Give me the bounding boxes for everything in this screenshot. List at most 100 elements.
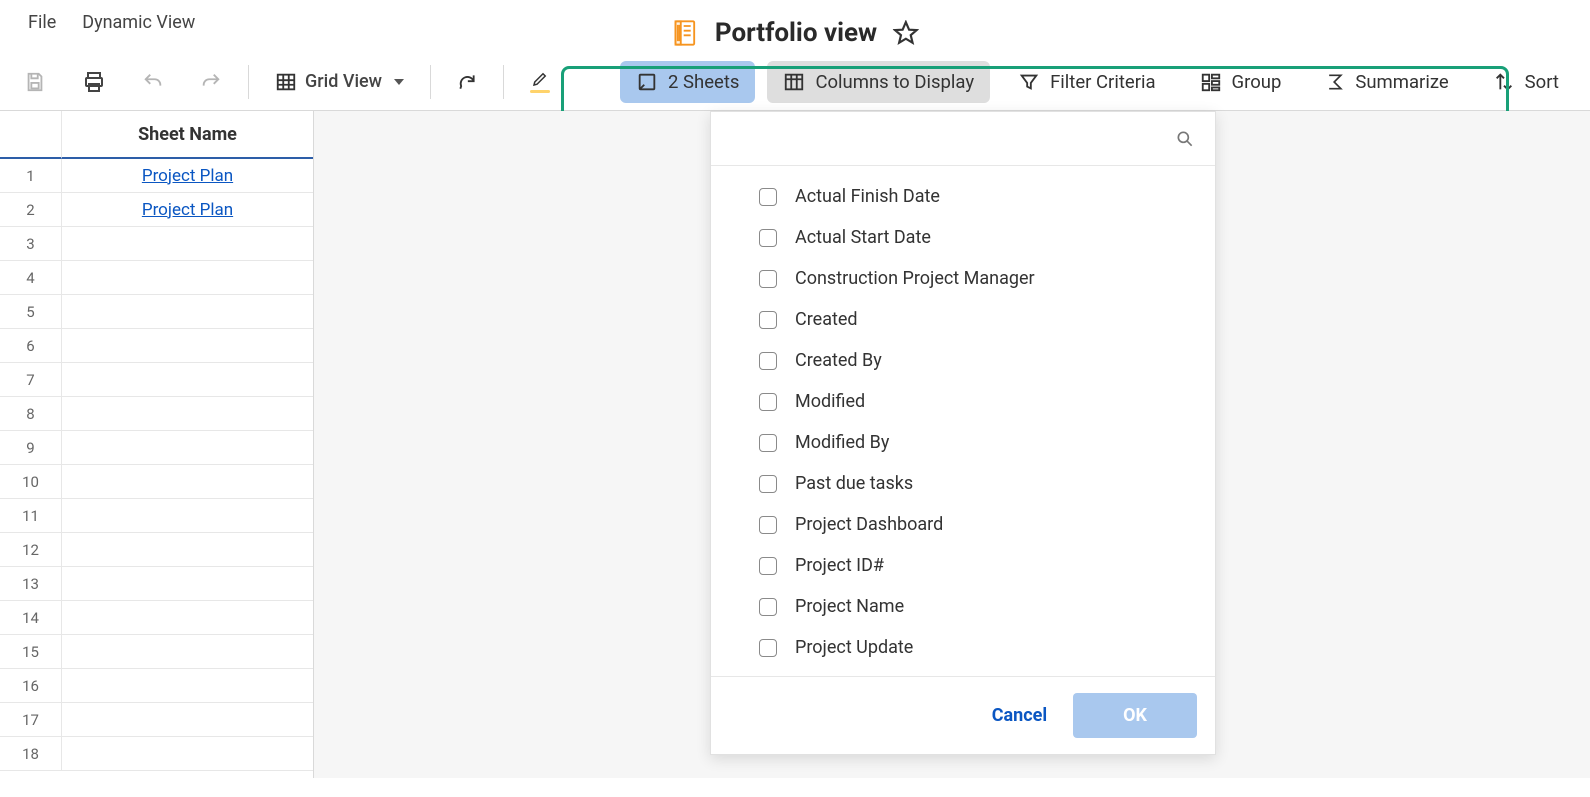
cell-sheet-name[interactable] xyxy=(62,703,313,736)
column-option[interactable]: Modified xyxy=(711,381,1215,422)
checkbox-icon[interactable] xyxy=(759,475,777,493)
table-row[interactable]: 16 xyxy=(0,669,313,703)
column-option-label: Created By xyxy=(795,350,882,371)
checkbox-icon[interactable] xyxy=(759,270,777,288)
cell-sheet-name[interactable]: Project Plan xyxy=(62,193,313,226)
checkbox-icon[interactable] xyxy=(759,188,777,206)
column-option-label: Actual Finish Date xyxy=(795,186,940,207)
sheet-link[interactable]: Project Plan xyxy=(142,166,233,186)
column-option[interactable]: Project Name xyxy=(711,586,1215,627)
cell-sheet-name[interactable] xyxy=(62,465,313,498)
cell-sheet-name[interactable] xyxy=(62,635,313,668)
sheets-button[interactable]: 2 Sheets xyxy=(620,61,755,103)
table-row[interactable]: 1 Project Plan xyxy=(0,159,313,193)
menu-dynamic-view[interactable]: Dynamic View xyxy=(82,12,195,33)
sort-button[interactable]: Sort xyxy=(1477,61,1575,103)
panel-option-list: Actual Finish Date Actual Start DateConst… xyxy=(711,166,1215,676)
cell-sheet-name[interactable] xyxy=(62,601,313,634)
cell-sheet-name[interactable] xyxy=(62,329,313,362)
row-number: 4 xyxy=(0,261,62,294)
cell-sheet-name[interactable] xyxy=(62,295,313,328)
row-number: 9 xyxy=(0,431,62,464)
row-number: 6 xyxy=(0,329,62,362)
search-icon xyxy=(1175,129,1195,149)
cell-sheet-name[interactable] xyxy=(62,669,313,702)
cell-sheet-name[interactable] xyxy=(62,533,313,566)
grid-view-selector[interactable]: Grid View xyxy=(265,65,414,99)
checkbox-icon[interactable] xyxy=(759,229,777,247)
refresh-icon[interactable] xyxy=(447,66,487,98)
column-option[interactable]: Project ID# xyxy=(711,545,1215,586)
cell-sheet-name[interactable] xyxy=(62,431,313,464)
toolbar: Grid View 2 Sheets Columns to Display Fi… xyxy=(0,53,1590,111)
redo-icon xyxy=(190,65,232,99)
checkbox-icon[interactable] xyxy=(759,598,777,616)
main-area: Sheet Name 1Project Plan2Project Plan345… xyxy=(0,111,1590,778)
column-option[interactable]: Construction Project Manager xyxy=(711,258,1215,299)
sheet-link[interactable]: Project Plan xyxy=(142,200,233,220)
column-option[interactable]: Created xyxy=(711,299,1215,340)
table-row[interactable]: 11 xyxy=(0,499,313,533)
cell-sheet-name[interactable] xyxy=(62,567,313,600)
table-row[interactable]: 3 xyxy=(0,227,313,261)
column-option[interactable]: Modified By xyxy=(711,422,1215,463)
row-number: 15 xyxy=(0,635,62,668)
column-option[interactable]: Project Dashboard xyxy=(711,504,1215,545)
group-button[interactable]: Group xyxy=(1184,61,1298,103)
columns-button[interactable]: Columns to Display xyxy=(767,61,990,103)
filter-button[interactable]: Filter Criteria xyxy=(1002,61,1171,103)
table-row[interactable]: 12 xyxy=(0,533,313,567)
cell-sheet-name[interactable] xyxy=(62,363,313,396)
filter-label: Filter Criteria xyxy=(1050,71,1155,93)
star-icon[interactable] xyxy=(893,20,919,46)
table-row[interactable]: 13 xyxy=(0,567,313,601)
cell-sheet-name[interactable]: Project Plan xyxy=(62,159,313,192)
table-row[interactable]: 9 xyxy=(0,431,313,465)
cell-sheet-name[interactable] xyxy=(62,397,313,430)
cell-sheet-name[interactable] xyxy=(62,227,313,260)
checkbox-icon[interactable] xyxy=(759,434,777,452)
panel-search[interactable] xyxy=(711,112,1215,166)
cancel-button[interactable]: Cancel xyxy=(984,695,1055,736)
column-header-sheet-name[interactable]: Sheet Name xyxy=(62,111,313,159)
row-number: 14 xyxy=(0,601,62,634)
table-row[interactable]: 14 xyxy=(0,601,313,635)
column-option[interactable]: Project Update xyxy=(711,627,1215,668)
print-icon[interactable] xyxy=(72,64,116,100)
table-row[interactable]: 8 xyxy=(0,397,313,431)
page-title-wrap: Portfolio view xyxy=(671,18,919,48)
checkbox-icon[interactable] xyxy=(759,639,777,657)
cell-sheet-name[interactable] xyxy=(62,737,313,770)
checkbox-icon[interactable] xyxy=(759,311,777,329)
column-option[interactable]: Actual Finish Date xyxy=(711,176,1215,217)
table-row[interactable]: 5 xyxy=(0,295,313,329)
summarize-button[interactable]: Summarize xyxy=(1309,61,1464,103)
table-row[interactable]: 2Project Plan xyxy=(0,193,313,227)
column-option-label: Modified By xyxy=(795,432,889,453)
cell-sheet-name[interactable] xyxy=(62,261,313,294)
checkbox-icon[interactable] xyxy=(759,352,777,370)
cell-sheet-name[interactable] xyxy=(62,499,313,532)
column-option[interactable]: Created By xyxy=(711,340,1215,381)
table-row[interactable]: 18 xyxy=(0,737,313,771)
highlight-icon[interactable] xyxy=(520,64,560,99)
table-row[interactable]: 7 xyxy=(0,363,313,397)
table-row[interactable]: 6 xyxy=(0,329,313,363)
checkbox-icon[interactable] xyxy=(759,516,777,534)
table-row[interactable]: 17 xyxy=(0,703,313,737)
column-option[interactable]: Past due tasks xyxy=(711,463,1215,504)
table-row[interactable]: 4 xyxy=(0,261,313,295)
checkbox-icon[interactable] xyxy=(759,393,777,411)
view-buttons: 2 Sheets Columns to Display Filter Crite… xyxy=(620,61,1575,103)
row-number: 1 xyxy=(0,159,62,192)
checkbox-icon[interactable] xyxy=(759,557,777,575)
ok-button[interactable]: OK xyxy=(1073,693,1197,738)
table-row[interactable]: 10 xyxy=(0,465,313,499)
sort-label: Sort xyxy=(1525,71,1559,93)
menu-file[interactable]: File xyxy=(28,12,56,33)
column-option[interactable]: Actual Start Date xyxy=(711,217,1215,258)
sheet-grid: Sheet Name 1Project Plan2Project Plan345… xyxy=(0,111,314,778)
column-option-label: Past due tasks xyxy=(795,473,913,494)
save-icon xyxy=(14,65,56,99)
table-row[interactable]: 15 xyxy=(0,635,313,669)
